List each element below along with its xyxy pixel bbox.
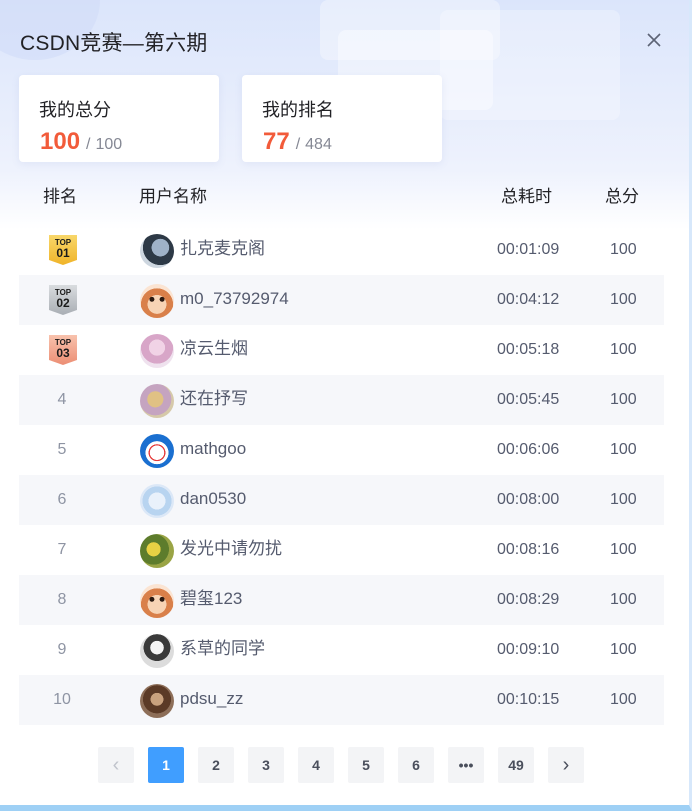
avatar[interactable] (140, 534, 174, 568)
avatar[interactable] (140, 584, 174, 618)
svg-text:01: 01 (56, 246, 70, 260)
total-score-label: 我的总分 (39, 100, 111, 120)
avatar[interactable] (140, 334, 174, 368)
my-rank-value: 77 /484 (263, 128, 332, 156)
username[interactable]: 发光中请勿扰 (180, 525, 282, 575)
header-score: 总分 (605, 187, 639, 206)
header-user: 用户名称 (139, 187, 207, 206)
table-row: 5 mathgoo 00:06:06 100 (19, 425, 664, 475)
avatar[interactable] (140, 484, 174, 518)
username[interactable]: 扎克麦克阁 (180, 225, 265, 275)
avatar[interactable] (140, 684, 174, 718)
row-score: 100 (610, 541, 637, 558)
username[interactable]: 碧玺123 (180, 575, 242, 625)
table-header: 排名 用户名称 总耗时 总分 (19, 182, 664, 206)
table-row: 7 发光中请勿扰 00:08:16 100 (19, 525, 664, 575)
my-rank-label: 我的排名 (262, 100, 334, 120)
total-time: 00:08:16 (497, 541, 560, 558)
username[interactable]: m0_73792974 (180, 275, 289, 325)
top-rank-badge-icon: TOP 01 (48, 234, 78, 266)
total-score-card: 我的总分 100/100 (19, 75, 219, 162)
total-time: 00:09:10 (497, 641, 560, 658)
total-score-max: 100 (95, 136, 123, 153)
total-time: 00:08:00 (497, 491, 560, 508)
table-row: TOP 01 扎克麦克阁 00:01:09 100 (19, 225, 664, 275)
more-pages-button[interactable]: ••• (448, 747, 484, 783)
total-score-value: 100/100 (40, 128, 122, 156)
header-rank: 排名 (43, 187, 77, 206)
table-row: TOP 03 凉云生烟 00:05:18 100 (19, 325, 664, 375)
table-row: 6 dan0530 00:08:00 100 (19, 475, 664, 525)
top-rank-badge-icon: TOP 02 (48, 284, 78, 316)
avatar[interactable] (140, 284, 174, 318)
total-time: 00:08:29 (497, 591, 560, 608)
table-row: 4 还在抒写 00:05:45 100 (19, 375, 664, 425)
my-rank-number: 77 (263, 128, 290, 155)
total-time: 00:05:18 (497, 341, 560, 358)
total-time: 00:10:15 (497, 691, 560, 708)
top-rank-badge-icon: TOP 03 (48, 334, 78, 366)
leaderboard-dialog: CSDN竞赛—第六期 我的总分 100/100 我的排名 77/484 排名 用… (0, 0, 692, 811)
total-time: 00:04:12 (497, 291, 560, 308)
rank-number: 10 (53, 691, 71, 708)
close-icon[interactable] (644, 30, 664, 50)
avatar[interactable] (140, 634, 174, 668)
username[interactable]: 还在抒写 (180, 375, 248, 425)
total-time: 00:05:45 (497, 391, 560, 408)
total-time: 00:01:09 (497, 241, 560, 258)
username[interactable]: 系草的同学 (180, 625, 265, 675)
page-button-last[interactable]: 49 (498, 747, 534, 783)
avatar[interactable] (140, 384, 174, 418)
rank-number: 5 (57, 441, 67, 458)
username[interactable]: 凉云生烟 (180, 325, 248, 375)
row-score: 100 (610, 641, 637, 658)
my-rank-card: 我的排名 77 /484 (242, 75, 442, 162)
page-button-2[interactable]: 2 (198, 747, 234, 783)
table-row: 10 pdsu_zz 00:10:15 100 (19, 675, 664, 725)
rank-number: 9 (57, 641, 67, 658)
avatar[interactable] (140, 434, 174, 468)
username[interactable]: mathgoo (180, 425, 246, 475)
username[interactable]: pdsu_zz (180, 675, 243, 725)
row-score: 100 (610, 591, 637, 608)
leaderboard-table: TOP 01 扎克麦克阁 00:01:09 100 TOP 02 m0_737929… (19, 225, 664, 725)
page-button-3[interactable]: 3 (248, 747, 284, 783)
total-time: 00:06:06 (497, 441, 560, 458)
table-row: 8 碧玺123 00:08:29 100 (19, 575, 664, 625)
row-score: 100 (610, 291, 637, 308)
separator: / (295, 136, 301, 153)
page-button-5[interactable]: 5 (348, 747, 384, 783)
svg-text:02: 02 (56, 296, 70, 310)
my-rank-total: 484 (305, 136, 332, 153)
row-score: 100 (610, 491, 637, 508)
total-score-number: 100 (40, 128, 81, 155)
row-score: 100 (610, 341, 637, 358)
rank-number: 8 (57, 591, 67, 608)
rank-number: 7 (57, 541, 67, 558)
rank-number: 4 (57, 391, 67, 408)
page-button-1[interactable]: 1 (148, 747, 184, 783)
separator: / (86, 136, 91, 153)
username[interactable]: dan0530 (180, 475, 246, 525)
svg-text:03: 03 (56, 346, 70, 360)
row-score: 100 (610, 391, 637, 408)
dialog-title: CSDN竞赛—第六期 (20, 32, 208, 55)
prev-page-button[interactable]: ‹ (98, 747, 134, 783)
rank-number: 6 (57, 491, 67, 508)
next-page-button[interactable]: › (548, 747, 584, 783)
header-time: 总耗时 (501, 187, 552, 206)
avatar[interactable] (140, 234, 174, 268)
row-score: 100 (610, 241, 637, 258)
table-row: TOP 02 m0_73792974 00:04:12 100 (19, 275, 664, 325)
row-score: 100 (610, 691, 637, 708)
table-row: 9 系草的同学 00:09:10 100 (19, 625, 664, 675)
page-button-6[interactable]: 6 (398, 747, 434, 783)
page-button-4[interactable]: 4 (298, 747, 334, 783)
row-score: 100 (610, 441, 637, 458)
